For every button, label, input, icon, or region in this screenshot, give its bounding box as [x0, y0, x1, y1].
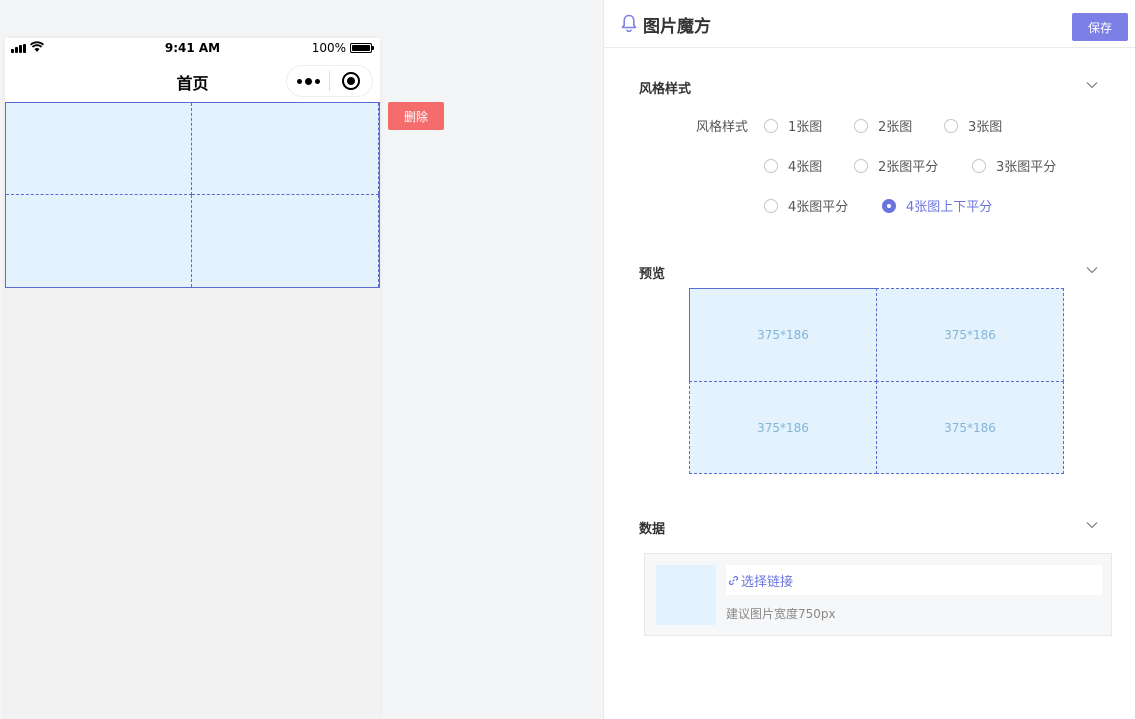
more-dots-icon[interactable] [287, 66, 329, 96]
style-option-3[interactable]: 3张图 [944, 116, 1002, 135]
image-size-hint: 建议图片宽度750px [726, 607, 836, 621]
data-section-title: 数据 [639, 522, 666, 537]
style-option-2[interactable]: 2张图 [854, 116, 912, 135]
style-option-4-vertical-even[interactable]: 4张图上下平分 [882, 196, 992, 215]
cube-preview: 375*186 375*186 375*186 375*186 [689, 288, 1064, 474]
settings-panel: 图片魔方 保存 风格样式 风格样式 1张图 2张图 3张图 4张图 2张图平分 … [603, 0, 1135, 719]
cube-cell[interactable] [6, 195, 192, 287]
nav-bar: 首页 [5, 58, 380, 102]
status-bar: 9:41 AM 100% [5, 38, 380, 58]
preview-cell[interactable]: 375*186 [876, 381, 1064, 474]
battery-percent: 100% [311, 41, 346, 55]
preview-cell[interactable]: 375*186 [689, 381, 877, 474]
data-item: 选择链接 建议图片宽度750px [644, 553, 1112, 636]
bell-icon [621, 14, 637, 32]
cube-cell[interactable] [192, 103, 379, 195]
style-option-3-even[interactable]: 3张图平分 [972, 156, 1056, 175]
preview-cell[interactable]: 375*186 [876, 288, 1064, 382]
style-option-4-even[interactable]: 4张图平分 [764, 196, 848, 215]
canvas-area: 9:41 AM 100% 首页 删除 [0, 0, 603, 719]
battery-icon [350, 43, 374, 53]
chevron-down-icon[interactable] [1086, 266, 1098, 274]
chevron-down-icon[interactable] [1086, 521, 1098, 529]
style-option-1[interactable]: 1张图 [764, 116, 822, 135]
delete-button[interactable]: 删除 [388, 102, 444, 130]
cube-cell[interactable] [6, 103, 192, 195]
cube-cell[interactable] [192, 195, 379, 287]
close-target-icon[interactable] [330, 66, 372, 96]
save-button[interactable]: 保存 [1072, 13, 1128, 41]
mini-program-capsule [286, 65, 373, 97]
select-link-field[interactable]: 选择链接 [726, 565, 1102, 595]
preview-cell[interactable]: 375*186 [689, 288, 877, 382]
select-link-label: 选择链接 [741, 574, 794, 590]
chevron-down-icon[interactable] [1086, 81, 1098, 89]
style-field-label: 风格样式 [696, 120, 749, 135]
style-option-2-even[interactable]: 2张图平分 [854, 156, 938, 175]
link-icon [728, 575, 739, 585]
magic-cube-component[interactable] [5, 102, 380, 288]
preview-section-title: 预览 [639, 267, 666, 282]
image-upload-thumbnail[interactable] [656, 565, 716, 625]
panel-header: 图片魔方 保存 [604, 0, 1135, 48]
style-option-4[interactable]: 4张图 [764, 156, 822, 175]
phone-preview: 9:41 AM 100% 首页 [5, 38, 380, 719]
panel-title: 图片魔方 [643, 17, 711, 37]
style-section-title: 风格样式 [639, 82, 692, 97]
